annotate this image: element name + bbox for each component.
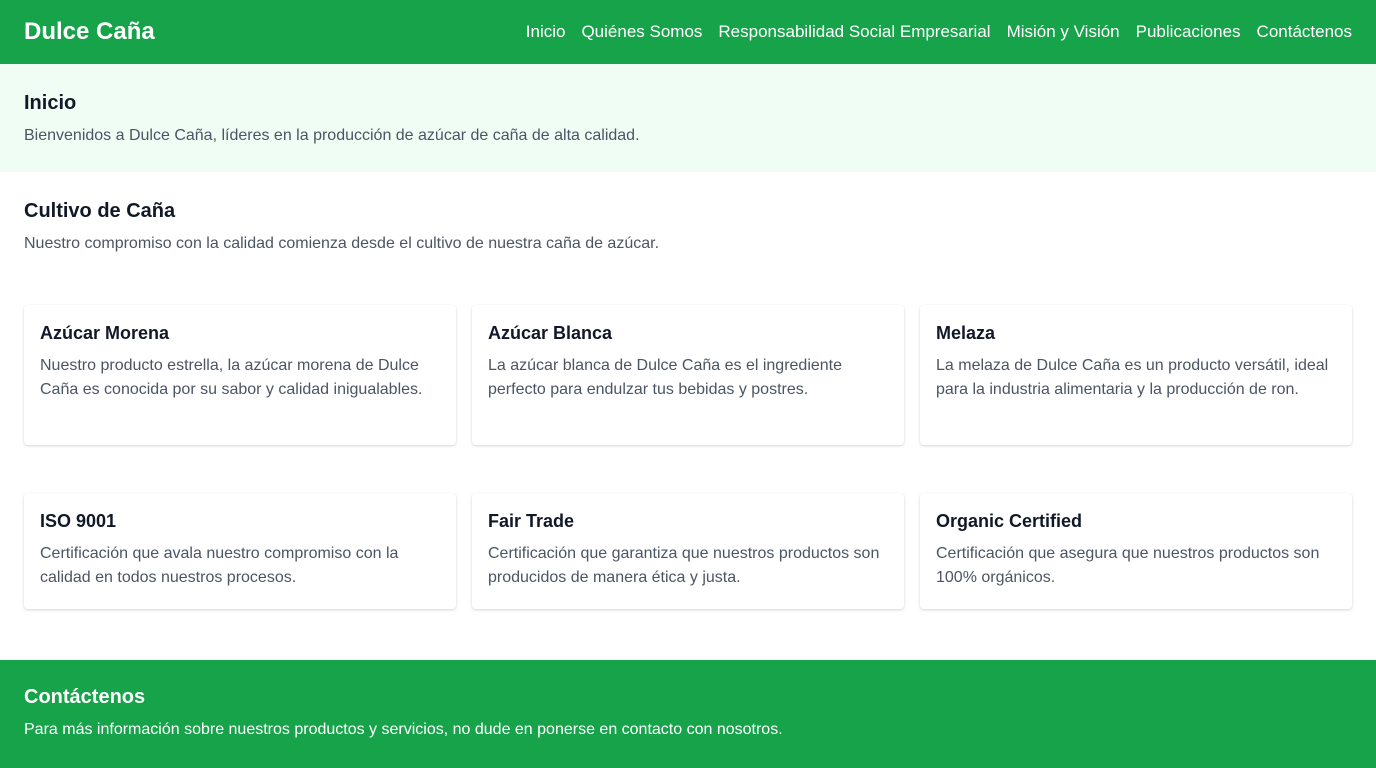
product-card-text: Nuestro producto estrella, la azúcar mor… [40,357,423,398]
products-grid: Azúcar Morena Nuestro producto estrella,… [0,305,1376,445]
cert-card-text: Certificación que garantiza que nuestros… [488,545,880,586]
certifications-grid: ISO 9001 Certificación que avala nuestro… [0,493,1376,609]
nav-link-mision-vision[interactable]: Misión y Visión [1007,22,1120,42]
nav-link-contactenos[interactable]: Contáctenos [1257,22,1352,42]
cert-card-title: ISO 9001 [40,511,117,531]
product-card-text: La azúcar blanca de Dulce Caña es el ing… [488,357,843,398]
top-navbar: Dulce Caña Inicio Quiénes Somos Responsa… [0,0,1376,64]
product-card-melaza: Melaza La melaza de Dulce Caña es un pro… [920,305,1352,445]
hero-title: Inicio [24,92,77,114]
product-card-text: La melaza de Dulce Caña es un producto v… [936,357,1329,398]
cert-card-text: Certificación que avala nuestro compromi… [40,545,399,586]
product-card-title: Melaza [936,323,996,343]
hero-section: Inicio Bienvenidos a Dulce Caña, líderes… [0,64,1376,172]
cert-card-text: Certificación que asegura que nuestros p… [936,545,1320,586]
nav-link-quienes-somos[interactable]: Quiénes Somos [581,22,702,42]
product-card-title: Azúcar Morena [40,323,170,343]
nav-link-publicaciones[interactable]: Publicaciones [1136,22,1241,42]
nav-link-rse[interactable]: Responsabilidad Social Empresarial [718,22,990,42]
product-card-azucar-morena: Azúcar Morena Nuestro producto estrella,… [24,305,456,445]
cultivo-section: Cultivo de Caña Nuestro compromiso con l… [0,172,1376,253]
cert-card-iso-9001: ISO 9001 Certificación que avala nuestro… [24,493,456,609]
main-nav: Inicio Quiénes Somos Responsabilidad Soc… [526,22,1352,42]
brand-logo-link[interactable]: Dulce Caña [24,18,155,46]
cultivo-text: Nuestro compromiso con la calidad comien… [24,235,660,252]
cert-card-title: Fair Trade [488,511,575,531]
footer-text: Para más información sobre nuestros prod… [24,721,783,738]
cert-card-title: Organic Certified [936,511,1083,531]
nav-link-inicio[interactable]: Inicio [526,22,566,42]
footer-title: Contáctenos [24,686,146,708]
hero-text: Bienvenidos a Dulce Caña, líderes en la … [24,127,640,144]
cert-card-fair-trade: Fair Trade Certificación que garantiza q… [472,493,904,609]
product-card-azucar-blanca: Azúcar Blanca La azúcar blanca de Dulce … [472,305,904,445]
contact-footer: Contáctenos Para más información sobre n… [0,660,1376,768]
product-card-title: Azúcar Blanca [488,323,613,343]
cert-card-organic: Organic Certified Certificación que aseg… [920,493,1352,609]
cultivo-title: Cultivo de Caña [24,200,176,222]
